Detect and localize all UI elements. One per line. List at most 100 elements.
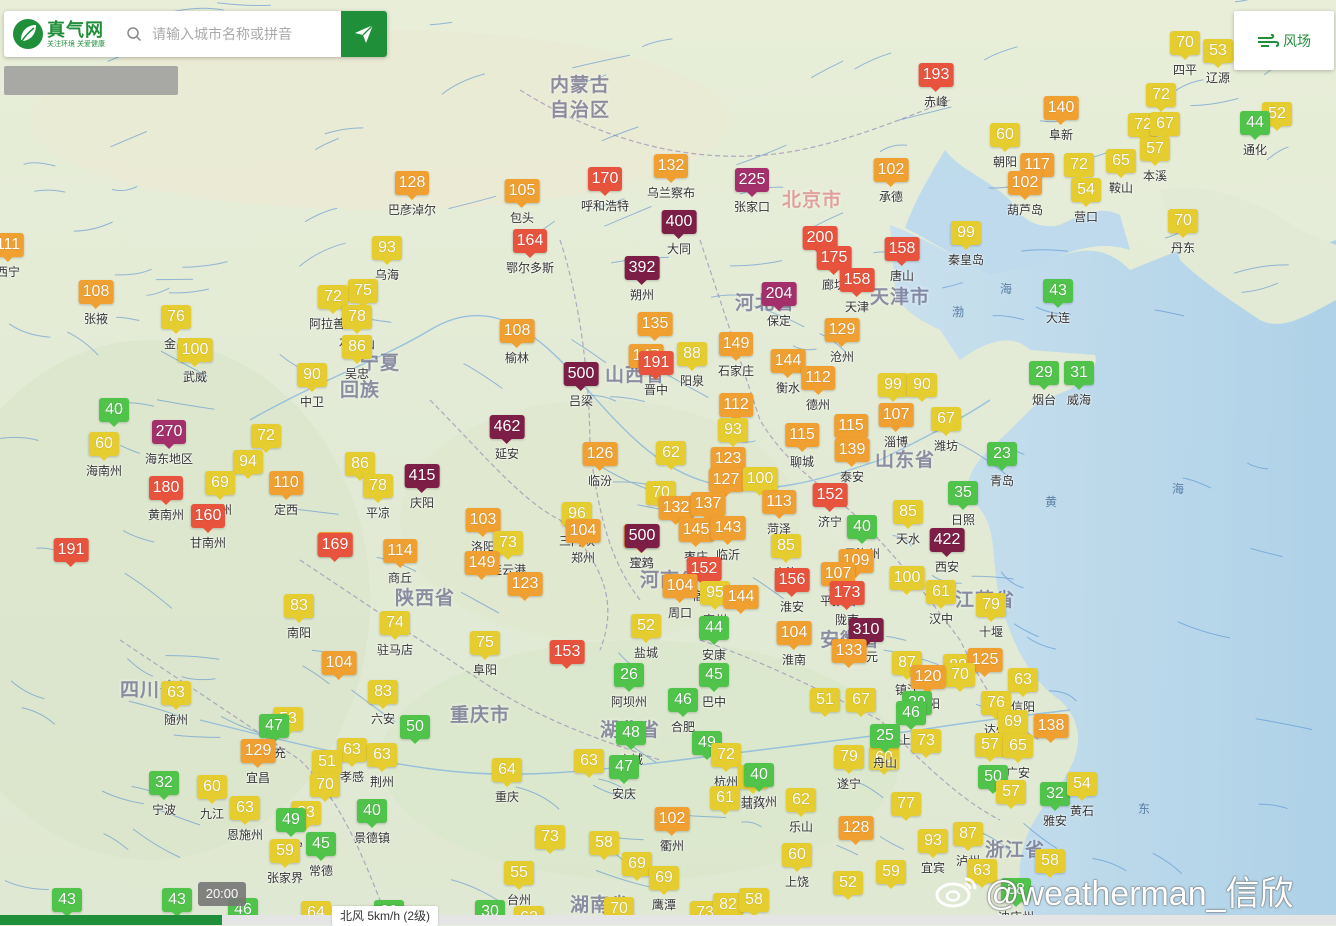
aqi-marker[interactable]: 104 <box>322 651 357 675</box>
aqi-marker[interactable]: 79遂宁 <box>834 745 864 792</box>
aqi-marker[interactable]: 78平凉 <box>363 474 393 521</box>
aqi-marker[interactable]: 158天津 <box>840 268 875 315</box>
aqi-marker[interactable]: 52 <box>833 871 863 895</box>
aqi-marker[interactable]: 100 <box>890 566 925 590</box>
aqi-marker[interactable]: 112 <box>719 393 753 417</box>
aqi-marker[interactable]: 111西宁 <box>0 233 24 280</box>
aqi-marker[interactable]: 104周口 <box>663 574 698 621</box>
aqi-marker[interactable]: 156淮安 <box>775 568 810 615</box>
aqi-marker[interactable]: 225张家口 <box>734 168 770 215</box>
aqi-marker[interactable]: 69 <box>622 852 652 876</box>
aqi-marker[interactable]: 72 <box>1064 153 1094 177</box>
aqi-marker[interactable]: 60上饶 <box>782 843 812 890</box>
aqi-marker[interactable]: 102承德 <box>874 158 909 205</box>
aqi-marker[interactable]: 93 <box>718 418 748 442</box>
aqi-marker[interactable]: 128巴彦淖尔 <box>388 171 436 218</box>
aqi-marker[interactable]: 94 <box>233 450 263 474</box>
aqi-marker[interactable]: 104淮南 <box>777 621 812 668</box>
aqi-marker[interactable]: 44通化 <box>1240 111 1270 158</box>
timeline-bar[interactable] <box>0 915 1336 925</box>
aqi-marker[interactable]: 88阳泉 <box>677 342 707 389</box>
aqi-marker[interactable]: 149 <box>465 551 500 575</box>
locate-button[interactable] <box>341 11 387 57</box>
aqi-marker[interactable]: 61汉中 <box>926 580 956 627</box>
aqi-marker[interactable]: 86 <box>345 452 375 476</box>
aqi-marker[interactable]: 169 <box>318 533 353 557</box>
aqi-marker[interactable]: 115 <box>834 414 868 438</box>
aqi-marker[interactable]: 52盐城 <box>631 614 661 661</box>
aqi-marker[interactable]: 270海东地区 <box>145 420 193 467</box>
aqi-marker[interactable]: 65鞍山 <box>1106 149 1136 196</box>
aqi-marker[interactable]: 137 <box>691 492 726 516</box>
aqi-marker[interactable]: 93乌海 <box>372 236 402 283</box>
aqi-marker[interactable]: 69 <box>998 710 1028 734</box>
aqi-marker[interactable]: 123 <box>508 572 543 596</box>
aqi-marker[interactable]: 500吕梁 <box>564 362 599 409</box>
aqi-marker[interactable]: 74驻马店 <box>377 611 413 658</box>
aqi-marker[interactable]: 62乐山 <box>786 788 816 835</box>
aqi-marker[interactable]: 108张掖 <box>79 280 114 327</box>
aqi-marker[interactable]: 70丹东 <box>1168 209 1198 256</box>
aqi-marker[interactable]: 144 <box>724 585 759 609</box>
aqi-marker[interactable]: 73 <box>535 825 565 849</box>
aqi-marker[interactable]: 70四平 <box>1170 31 1200 78</box>
aqi-marker[interactable]: 50 <box>400 715 430 739</box>
aqi-marker[interactable]: 51 <box>810 688 840 712</box>
aqi-marker[interactable]: 112德州 <box>801 366 835 413</box>
aqi-marker[interactable]: 44安康 <box>699 616 729 663</box>
aqi-marker[interactable]: 462延安 <box>490 415 525 462</box>
aqi-marker[interactable]: 102衢州 <box>655 807 690 854</box>
aqi-marker[interactable]: 77 <box>891 792 921 816</box>
aqi-marker[interactable]: 110定西 <box>269 471 303 518</box>
aqi-marker[interactable]: 170呼和浩特 <box>581 167 629 214</box>
aqi-marker[interactable]: 69鹰潭 <box>649 866 679 913</box>
aqi-marker[interactable]: 64重庆 <box>492 758 522 805</box>
aqi-marker[interactable]: 75阜阳 <box>470 631 500 678</box>
aqi-marker[interactable]: 83南阳 <box>284 594 314 641</box>
aqi-marker[interactable]: 63恩施州 <box>227 796 263 843</box>
city-search-input[interactable] <box>150 25 334 43</box>
aqi-marker[interactable]: 57 <box>996 780 1026 804</box>
aqi-marker[interactable]: 129沧州 <box>825 318 860 365</box>
aqi-marker[interactable]: 63随州 <box>161 681 191 728</box>
aqi-marker[interactable]: 63 <box>574 749 604 773</box>
aqi-marker[interactable]: 32宁波 <box>149 771 179 818</box>
aqi-marker[interactable]: 54营口 <box>1071 178 1101 225</box>
aqi-marker[interactable]: 60九江 <box>197 775 227 822</box>
aqi-marker[interactable]: 40景德镇 <box>354 799 390 846</box>
aqi-marker[interactable]: 46合肥 <box>668 688 698 735</box>
aqi-marker[interactable]: 67潍坊 <box>931 407 961 454</box>
aqi-marker[interactable]: 193赤峰 <box>919 63 954 110</box>
aqi-marker[interactable]: 127 <box>709 468 744 492</box>
aqi-marker[interactable]: 43 <box>52 888 82 912</box>
aqi-marker[interactable]: 57 <box>975 733 1005 757</box>
aqi-marker[interactable]: 102葫芦岛 <box>1007 171 1043 218</box>
aqi-marker[interactable]: 72 <box>251 424 281 448</box>
aqi-marker[interactable]: 133 <box>832 639 867 663</box>
aqi-marker[interactable]: 72杭州 <box>711 743 741 790</box>
aqi-marker[interactable]: 43大连 <box>1043 279 1073 326</box>
aqi-marker[interactable]: 153 <box>550 640 585 664</box>
aqi-marker[interactable]: 35日照 <box>948 481 978 528</box>
aqi-marker[interactable]: 128 <box>839 816 874 840</box>
aqi-marker[interactable]: 113菏泽 <box>762 490 796 537</box>
aqi-marker[interactable]: 115聊城 <box>785 423 819 470</box>
aqi-marker[interactable]: 60朝阳 <box>990 123 1020 170</box>
aqi-marker[interactable]: 40甘孜州 <box>741 763 777 810</box>
aqi-marker[interactable]: 107淄博 <box>879 403 914 450</box>
aqi-marker[interactable]: 129宜昌 <box>241 739 276 786</box>
aqi-marker[interactable]: 55台州 <box>504 861 534 908</box>
aqi-marker[interactable]: 100 <box>743 467 778 491</box>
aqi-marker[interactable]: 45常德 <box>306 832 336 879</box>
aqi-marker[interactable]: 79十堰 <box>976 593 1006 640</box>
air-quality-map[interactable]: 内蒙古 自治区 北京市 天津市 河北省 山西省 宁夏 回族 陕西省 河南省 山东… <box>0 0 1336 925</box>
aqi-marker[interactable]: 191 <box>54 538 89 562</box>
aqi-marker[interactable]: 51 <box>312 750 342 774</box>
aqi-marker[interactable]: 57本溪 <box>1140 137 1170 184</box>
aqi-marker[interactable]: 114商丘 <box>383 539 417 586</box>
aqi-marker[interactable]: 392朔州 <box>625 256 660 303</box>
aqi-marker[interactable]: 191晋中 <box>639 351 674 398</box>
aqi-marker[interactable]: 149石家庄 <box>718 332 754 379</box>
aqi-marker[interactable]: 72 <box>1146 83 1176 107</box>
aqi-marker[interactable]: 99 <box>878 373 908 397</box>
